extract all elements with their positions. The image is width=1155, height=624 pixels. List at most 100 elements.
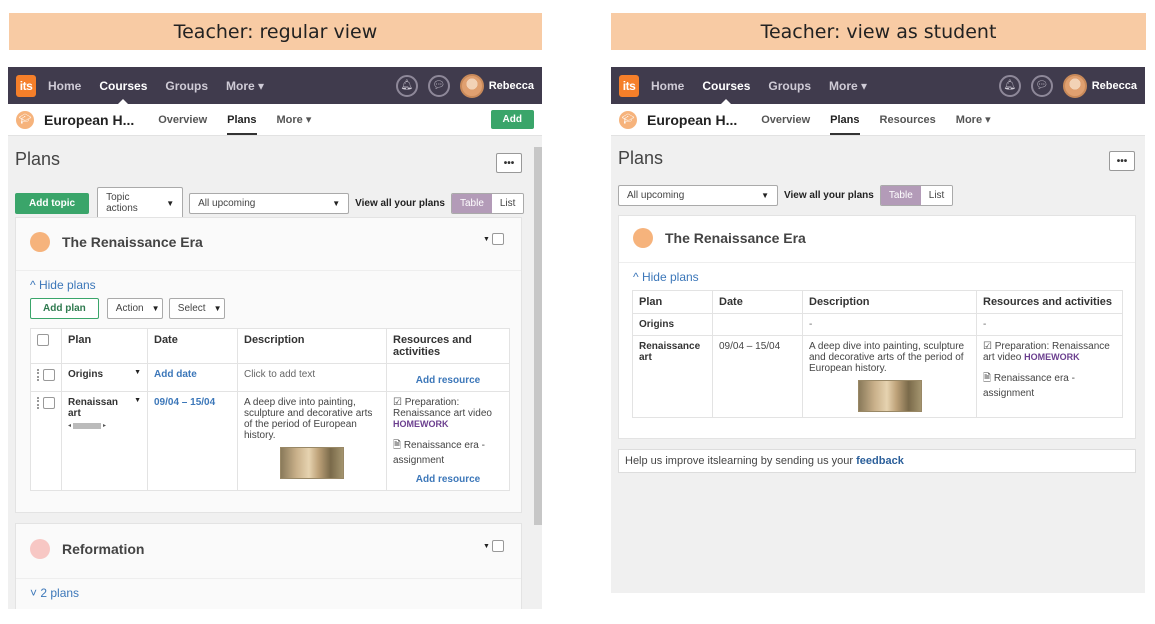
messages-chat-icon[interactable]: 💬︎ (1030, 74, 1053, 97)
user-name[interactable]: Rebecca (489, 80, 534, 92)
tab-plans[interactable]: Plans (227, 114, 257, 135)
add-date-link[interactable]: Add date (147, 363, 238, 392)
homework-badge: HOMEWORK (1024, 352, 1080, 362)
student-view-panel: its Home Courses Groups More ▾ 🔔︎ 💬︎ Reb… (611, 67, 1145, 593)
nav-courses[interactable]: Courses (702, 79, 750, 105)
view-list-button[interactable]: List (920, 186, 953, 205)
column-description: Description (237, 328, 387, 364)
show-plans-toggle[interactable]: ˅ 2 plans (30, 586, 79, 600)
notifications-bell-icon[interactable]: 🔔︎ (395, 74, 418, 97)
tab-overview[interactable]: Overview (158, 114, 207, 126)
itslearning-logo[interactable]: its (16, 74, 36, 97)
add-plan-button[interactable]: Add plan (30, 298, 99, 319)
topic-header: Reformation (30, 539, 144, 559)
view-all-plans-link[interactable]: View all your plans (784, 190, 874, 201)
view-table-button[interactable]: Table (451, 193, 492, 213)
topic-actions-dropdown[interactable]: Topic actions ▼ (97, 187, 184, 219)
more-options-button[interactable]: ••• (496, 153, 522, 173)
nav-courses[interactable]: Courses (99, 79, 147, 105)
row-checkbox[interactable] (43, 369, 55, 381)
filter-dropdown[interactable]: All upcoming ▼ (189, 192, 350, 214)
resource-item[interactable]: 🗎︎ Renaissance era - assignment (393, 438, 503, 466)
topic-checkbox[interactable] (492, 540, 505, 552)
notifications-bell-icon[interactable]: 🔔︎ (998, 74, 1021, 97)
more-options-button[interactable]: ••• (1109, 151, 1135, 171)
nav-more[interactable]: More ▾ (226, 79, 264, 93)
add-resource-link[interactable]: Add resource (393, 375, 503, 386)
user-avatar[interactable] (1062, 73, 1087, 98)
course-title[interactable]: European H... (647, 112, 737, 128)
plan-date (712, 313, 803, 336)
user-avatar[interactable] (459, 73, 484, 98)
column-plan: Plan (632, 290, 713, 314)
resource-item[interactable]: 🗎︎ Renaissance era - assignment (983, 371, 1116, 399)
plans-toolbar: Add topic Topic actions ▼ All upcoming ▼ V… (15, 187, 525, 219)
nav-groups[interactable]: Groups (768, 79, 811, 93)
feedback-link[interactable]: feedback (856, 455, 904, 467)
topic-title[interactable]: The Renaissance Era (665, 230, 806, 246)
nav-more[interactable]: More ▾ (829, 79, 867, 93)
description-cell[interactable]: A deep dive into painting, sculpture and… (237, 391, 387, 491)
tab-overview[interactable]: Overview (761, 114, 810, 126)
vertical-scrollbar[interactable] (534, 147, 542, 525)
add-resource-link[interactable]: Add resource (393, 474, 503, 485)
chevron-down-icon[interactable]: ▼ (134, 369, 141, 376)
resource-item[interactable]: ☑ Preparation: Renaissance art video HOM… (393, 397, 503, 430)
column-date: Date (712, 290, 803, 314)
chevron-down-icon[interactable]: ▼ (134, 397, 141, 404)
nav-groups[interactable]: Groups (165, 79, 208, 93)
resources-cell: ☑ Preparation: Renaissance art video HOM… (976, 335, 1123, 418)
hide-plans-toggle[interactable]: ^ Hide plans (30, 278, 96, 292)
top-navigation-bar: its Home Courses Groups More ▾ 🔔︎ 💬︎ Reb… (8, 67, 542, 105)
user-name[interactable]: Rebecca (1092, 80, 1137, 92)
plan-name[interactable]: Origins ▼ (61, 363, 148, 392)
action-dropdown[interactable]: Action ▼ (106, 298, 163, 319)
tab-plans[interactable]: Plans (830, 114, 860, 135)
view-list-button[interactable]: List (491, 193, 524, 213)
column-plan: Plan (61, 328, 148, 364)
chevron-down-icon[interactable]: ▼ (483, 236, 490, 243)
tab-more[interactable]: More ▾ (956, 113, 991, 126)
view-table-button[interactable]: Table (880, 186, 921, 205)
topic-title[interactable]: The Renaissance Era (62, 234, 203, 250)
add-topic-button[interactable]: Add topic (15, 192, 90, 214)
topic-title[interactable]: Reformation (62, 541, 144, 557)
horizontal-scrollbar[interactable]: ◂ ▸ (68, 422, 141, 429)
column-resources: Resources and activities (976, 290, 1123, 314)
table-row: Renaissan ▼ art ◂ ▸ 09/04 – 15/04 A deep … (30, 391, 510, 491)
filter-dropdown[interactable]: All upcoming ▼ (618, 185, 778, 206)
nav-home[interactable]: Home (48, 79, 81, 93)
view-all-plans-link[interactable]: View all your plans (355, 198, 445, 209)
plans-table: Plan Date Description Resources and acti… (30, 328, 510, 491)
topic-card-reformation: Reformation ▼ ˅ 2 plans (15, 523, 522, 609)
nav-home[interactable]: Home (651, 79, 684, 93)
row-checkbox[interactable] (43, 397, 55, 409)
plan-date: 09/04 – 15/04 (712, 335, 803, 418)
caption-student-view: Teacher: view as student (611, 13, 1146, 50)
description-cell[interactable]: Click to add text (237, 363, 387, 392)
drag-handle-icon[interactable] (37, 397, 41, 409)
plan-name: Renaissance art (632, 335, 713, 418)
chevron-down-icon[interactable]: ▼ (483, 543, 490, 550)
homework-badge: HOMEWORK (393, 419, 449, 429)
plan-date[interactable]: 09/04 – 15/04 (147, 391, 238, 491)
topic-checkbox[interactable] (492, 233, 505, 245)
messages-chat-icon[interactable]: 💬︎ (427, 74, 450, 97)
plans-table: Plan Date Description Resources and acti… (632, 290, 1123, 418)
select-dropdown[interactable]: Select ▼ (168, 298, 225, 319)
teacher-view-panel: its Home Courses Groups More ▾ 🔔︎ 💬︎ Reb… (8, 67, 542, 609)
itslearning-logo[interactable]: its (619, 74, 639, 97)
feedback-banner: Help us improve itslearning by sending u… (618, 449, 1136, 473)
hide-plans-toggle[interactable]: ^ Hide plans (633, 270, 699, 284)
add-button[interactable]: Add (490, 110, 534, 129)
resources-cell: ☑ Preparation: Renaissance art video HOM… (386, 391, 510, 491)
select-all-checkbox[interactable] (37, 334, 49, 346)
resource-item[interactable]: ☑ Preparation: Renaissance art video HOM… (983, 341, 1116, 363)
plan-name[interactable]: Renaissan ▼ art ◂ ▸ (61, 391, 148, 491)
tab-resources[interactable]: Resources (880, 114, 936, 126)
drag-handle-icon[interactable] (37, 369, 41, 381)
tab-more[interactable]: More ▾ (277, 113, 312, 126)
view-toggle: Table List (879, 185, 954, 206)
course-title[interactable]: European H... (44, 112, 134, 128)
table-header-row: Plan Date Description Resources and acti… (632, 290, 1123, 314)
